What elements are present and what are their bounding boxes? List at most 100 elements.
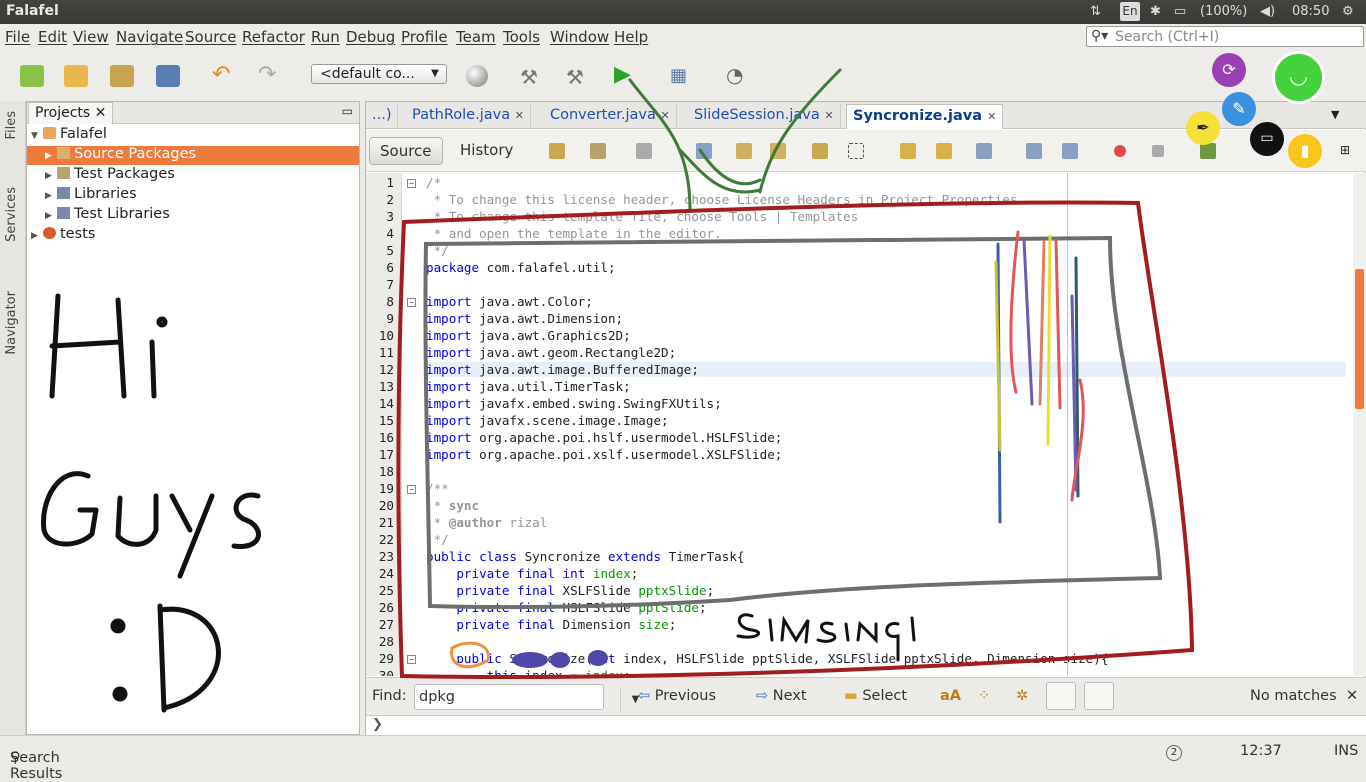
- collapsed-icon[interactable]: ▶: [31, 231, 43, 241]
- forward-icon[interactable]: [636, 143, 652, 159]
- configuration-select[interactable]: <default co... ▼: [311, 64, 447, 84]
- search-input[interactable]: ⚲▾ Search (Ctrl+I): [1086, 26, 1364, 47]
- code-line[interactable]: import org.apache.poi.hslf.usermodel.HSL…: [426, 430, 782, 445]
- bluetooth-icon[interactable]: ✱: [1150, 4, 1161, 19]
- menu-debug[interactable]: Debug: [346, 28, 395, 46]
- maximize-icon[interactable]: ⊞: [1340, 143, 1356, 159]
- shift-right-icon[interactable]: [1062, 143, 1078, 159]
- last-edit-icon[interactable]: [549, 143, 565, 159]
- code-line[interactable]: */: [426, 532, 449, 547]
- code-line[interactable]: import java.util.TimerTask;: [426, 379, 631, 394]
- save-all-icon[interactable]: [156, 65, 180, 87]
- record-macro-icon[interactable]: [1114, 145, 1126, 157]
- match-case-icon[interactable]: aA: [940, 688, 961, 704]
- collapsed-icon[interactable]: ▶: [45, 211, 57, 221]
- tab-projects[interactable]: Projects ✕: [28, 102, 114, 124]
- command-bar[interactable]: ❯: [366, 715, 1366, 735]
- highlight-results-icon[interactable]: [1046, 682, 1076, 710]
- close-icon[interactable]: ✕: [661, 109, 670, 122]
- debug-icon[interactable]: ▦: [670, 65, 694, 87]
- tree-node-libraries[interactable]: ▶ Libraries: [45, 186, 137, 202]
- toggle-highlight-icon[interactable]: [812, 143, 828, 159]
- profile-icon[interactable]: ◔: [726, 65, 750, 87]
- code-line[interactable]: * To change this license header, choose …: [426, 192, 1025, 207]
- tree-node-test-packages[interactable]: ▶ Test Packages: [45, 166, 175, 182]
- close-icon[interactable]: ✕: [824, 109, 833, 122]
- prev-occurrence-icon[interactable]: [736, 143, 752, 159]
- find-input[interactable]: dpkg ▼: [414, 684, 639, 713]
- new-project-icon[interactable]: [64, 65, 88, 87]
- open-project-icon[interactable]: [110, 65, 134, 87]
- clock[interactable]: 08:50: [1292, 4, 1329, 19]
- menu-window[interactable]: Window: [550, 28, 609, 46]
- code-line[interactable]: * sync: [426, 498, 480, 513]
- pencil-icon[interactable]: ✎: [1222, 92, 1256, 126]
- tree-node-test-libraries[interactable]: ▶ Test Libraries: [45, 206, 170, 222]
- code-line[interactable]: private final int index;: [426, 566, 638, 581]
- network-icon[interactable]: ⇅: [1090, 4, 1101, 19]
- tab-overflow[interactable]: ...): [366, 104, 399, 129]
- tree-node-source-packages[interactable]: ▶ Source Packages: [27, 146, 359, 165]
- source-view-button[interactable]: Source: [369, 137, 443, 165]
- editor-scrollbar[interactable]: [1353, 173, 1366, 676]
- whole-words-icon[interactable]: ⁘: [978, 688, 990, 704]
- new-file-icon[interactable]: [20, 65, 44, 87]
- next-bookmark-icon[interactable]: [936, 143, 952, 159]
- keyboard-layout-indicator[interactable]: En: [1120, 2, 1140, 21]
- bowl-icon[interactable]: ◡: [1272, 51, 1325, 104]
- code-line[interactable]: * To change this template file, choose T…: [426, 209, 859, 224]
- close-find-icon[interactable]: ✕: [1346, 688, 1358, 704]
- close-icon[interactable]: ✕: [515, 109, 524, 122]
- code-line[interactable]: import javafx.embed.swing.SwingFXUtils;: [426, 396, 722, 411]
- tab-converter[interactable]: Converter.java ✕: [544, 104, 677, 129]
- collapsed-icon[interactable]: ▶: [45, 191, 57, 201]
- code-line[interactable]: /*: [426, 175, 441, 190]
- comment-icon[interactable]: [1200, 143, 1216, 159]
- find-icon[interactable]: [696, 143, 712, 159]
- code-line[interactable]: import java.awt.Dimension;: [426, 311, 623, 326]
- notifications-icon[interactable]: 2: [1166, 745, 1182, 761]
- code-line[interactable]: package com.falafel.util;: [426, 260, 616, 275]
- find-next-button[interactable]: ⇨ Next: [756, 688, 807, 704]
- code-line[interactable]: * and open the template in the editor.: [426, 226, 722, 241]
- menu-tools[interactable]: Tools: [503, 28, 540, 46]
- wrap-around-icon[interactable]: [1084, 682, 1114, 710]
- fold-toggle-icon[interactable]: −: [407, 655, 416, 664]
- code-line[interactable]: import java.awt.geom.Rectangle2D;: [426, 345, 676, 360]
- tab-syncronize[interactable]: Syncronize.java ✕: [846, 104, 1004, 129]
- menu-profile[interactable]: Profile: [401, 28, 448, 46]
- tree-node-tests[interactable]: ▶ tests: [31, 226, 95, 242]
- clean-build-icon[interactable]: ⚒: [566, 65, 590, 89]
- rectangular-select-icon[interactable]: [848, 143, 864, 159]
- tab-pathrole[interactable]: PathRole.java ✕: [406, 104, 531, 129]
- code-area[interactable]: /* * To change this license header, choo…: [403, 173, 1351, 676]
- volume-icon[interactable]: ◀): [1260, 4, 1275, 19]
- code-line[interactable]: import java.awt.Color;: [426, 294, 593, 309]
- eyedropper-icon[interactable]: ✒: [1186, 111, 1220, 145]
- collapsed-icon[interactable]: ▶: [45, 151, 57, 161]
- prev-bookmark-icon[interactable]: [900, 143, 916, 159]
- side-tab-navigator[interactable]: Navigator: [4, 291, 19, 355]
- history-view-button[interactable]: History: [450, 137, 523, 165]
- menu-file[interactable]: File: [5, 28, 30, 46]
- tab-list-icon[interactable]: ▼: [1331, 108, 1339, 121]
- back-icon[interactable]: [590, 143, 606, 159]
- code-line[interactable]: import org.apache.poi.xslf.usermodel.XSL…: [426, 447, 782, 462]
- menu-help[interactable]: Help: [614, 28, 648, 46]
- globe-icon[interactable]: [466, 65, 488, 87]
- menu-edit[interactable]: Edit: [38, 28, 67, 46]
- find-previous-button[interactable]: ⇦ Previous: [638, 688, 716, 704]
- code-line[interactable]: private final HSLFSlide pptSlide;: [426, 600, 706, 615]
- fold-toggle-icon[interactable]: −: [407, 298, 416, 307]
- menu-navigate[interactable]: Navigate: [116, 28, 183, 46]
- code-line[interactable]: public class Syncronize extends TimerTas…: [426, 549, 745, 564]
- fold-toggle-icon[interactable]: −: [407, 179, 416, 188]
- code-line[interactable]: import javafx.scene.image.Image;: [426, 413, 669, 428]
- menu-team[interactable]: Team: [456, 28, 496, 46]
- code-line[interactable]: import java.awt.Graphics2D;: [426, 328, 631, 343]
- code-line[interactable]: */: [426, 243, 449, 258]
- menu-view[interactable]: View: [73, 28, 109, 46]
- code-line[interactable]: private final XSLFSlide pptxSlide;: [426, 583, 714, 598]
- side-tab-services[interactable]: Services: [4, 187, 19, 242]
- battery-icon[interactable]: ▭: [1174, 4, 1186, 19]
